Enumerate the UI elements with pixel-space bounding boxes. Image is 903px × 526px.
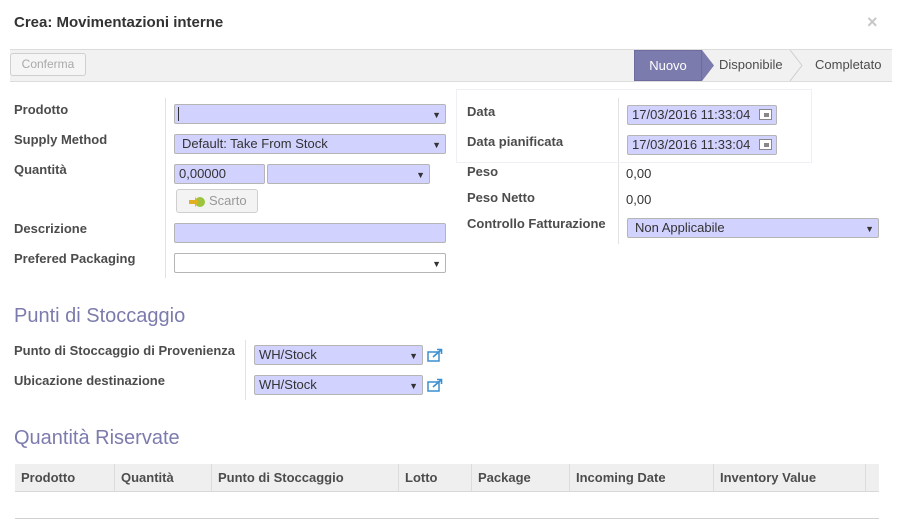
text-cursor (178, 107, 179, 121)
packaging-label: Prefered Packaging (14, 251, 136, 266)
dest-location-label: Ubicazione destinazione (14, 373, 165, 388)
chevron-down-icon: ▼ (409, 351, 418, 361)
confirm-button[interactable]: Conferma (10, 53, 86, 76)
chevron-down-icon: ▼ (409, 381, 418, 391)
invoice-control-label: Controllo Fatturazione (467, 216, 606, 231)
stage-arrow-active (702, 50, 714, 81)
column-header-inventory-value[interactable]: Inventory Value (714, 464, 866, 491)
calendar-icon[interactable] (759, 139, 772, 150)
source-location-value: WH/Stock (259, 347, 317, 362)
column-header-incoming-date[interactable]: Incoming Date (570, 464, 714, 491)
product-select[interactable]: ▼ (174, 104, 446, 124)
scrap-button[interactable]: Scarto (176, 189, 258, 213)
stage-disponibile[interactable]: Disponibile (719, 50, 783, 81)
date-field[interactable]: 17/03/2016 11:33:04 (627, 105, 777, 125)
stage-completato[interactable]: Completato (815, 50, 881, 81)
column-header-package[interactable]: Package (472, 464, 570, 491)
invoice-control-select[interactable]: Non Applicabile ▼ (627, 218, 879, 238)
description-label: Descrizione (14, 221, 87, 236)
weight-value: 0,00 (626, 166, 652, 181)
scheduled-date-label: Data pianificata (467, 134, 564, 149)
locations-section-title: Punti di Stoccaggio (14, 305, 186, 327)
reserved-table-header: Prodotto Quantità Punto di Stoccaggio Lo… (15, 464, 879, 492)
column-header-location[interactable]: Punto di Stoccaggio (212, 464, 399, 491)
supply-method-label: Supply Method (14, 132, 108, 147)
dialog-title: Crea: Movimentazioni interne (14, 14, 224, 31)
net-weight-value: 0,00 (626, 192, 652, 207)
supply-method-select[interactable]: Default: Take From Stock ▼ (174, 134, 446, 154)
date-label: Data (467, 104, 496, 119)
supply-method-value: Default: Take From Stock (182, 136, 328, 151)
source-location-select[interactable]: WH/Stock ▼ (254, 345, 423, 365)
description-input[interactable] (174, 223, 446, 243)
scheduled-date-value: 17/03/2016 11:33:04 (632, 137, 751, 152)
column-header-product[interactable]: Prodotto (15, 464, 115, 491)
scrap-icon (189, 197, 205, 207)
open-external-icon[interactable] (427, 378, 443, 392)
scrap-label: Scarto (209, 193, 247, 208)
close-icon[interactable]: × (867, 12, 878, 33)
table-bottom-border (15, 518, 879, 519)
chevron-down-icon: ▼ (416, 170, 425, 180)
chevron-down-icon: ▼ (865, 224, 874, 234)
source-location-label: Punto di Stoccaggio di Provenienza (14, 343, 236, 358)
weight-label: Peso (467, 164, 499, 179)
calendar-icon[interactable] (759, 109, 772, 120)
column-header-quantity[interactable]: Quantità (115, 464, 212, 491)
locations-divider (245, 340, 246, 400)
stage-arrow-separator (789, 50, 803, 81)
uom-select[interactable]: ▼ (267, 164, 430, 184)
chevron-down-icon: ▼ (432, 259, 441, 269)
dest-location-value: WH/Stock (259, 377, 317, 392)
scheduled-date-field[interactable]: 17/03/2016 11:33:04 (627, 135, 777, 155)
product-label: Prodotto (14, 102, 69, 117)
dest-location-select[interactable]: WH/Stock ▼ (254, 375, 423, 395)
form-divider-left (165, 98, 166, 278)
chevron-down-icon: ▼ (432, 140, 441, 150)
reserved-section-title: Quantità Riservate (14, 427, 180, 449)
quantity-label: Quantità (14, 162, 67, 177)
quantity-input[interactable]: 0,00000 (174, 164, 265, 184)
chevron-down-icon: ▼ (432, 110, 441, 120)
net-weight-label: Peso Netto (467, 190, 535, 205)
packaging-select[interactable]: ▼ (174, 253, 446, 273)
date-value: 17/03/2016 11:33:04 (632, 107, 751, 122)
open-external-icon[interactable] (427, 348, 443, 362)
invoice-control-value: Non Applicabile (635, 220, 725, 235)
column-header-lot[interactable]: Lotto (399, 464, 472, 491)
stage-nuovo[interactable]: Nuovo (634, 50, 702, 81)
